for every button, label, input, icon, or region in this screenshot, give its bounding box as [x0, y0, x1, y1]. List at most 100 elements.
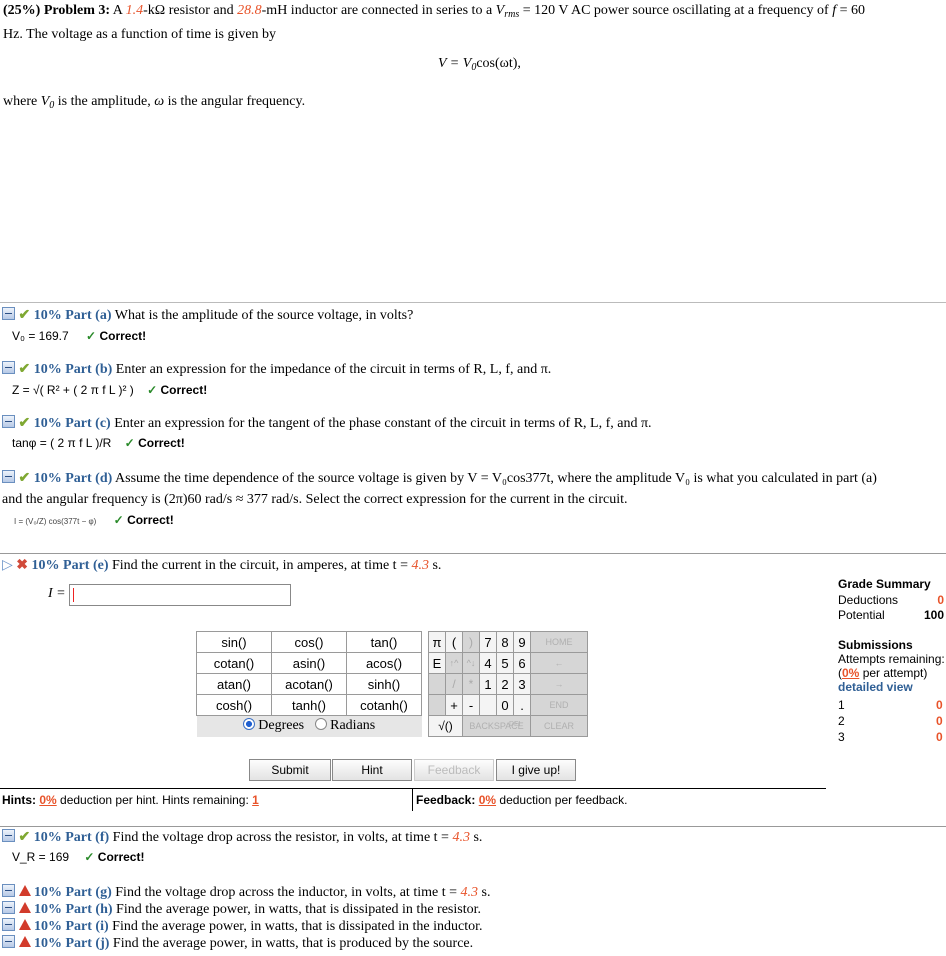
feedback-button[interactable]: Feedback	[414, 759, 494, 781]
key-cosh[interactable]: cosh()	[196, 694, 272, 716]
part-g-question-tail: s.	[478, 885, 491, 900]
status-text: Correct!	[138, 436, 185, 450]
warning-icon	[18, 885, 31, 896]
key-sin[interactable]: sin()	[196, 631, 272, 653]
key-plus[interactable]: +	[445, 694, 463, 716]
key-2[interactable]: 2	[496, 673, 514, 695]
key-9[interactable]: 9	[513, 631, 531, 653]
collapse-icon[interactable]	[2, 415, 15, 428]
key-clear[interactable]: DEL CLEAR	[509, 715, 588, 737]
collapse-icon[interactable]	[2, 884, 15, 897]
key-minus[interactable]: -	[462, 694, 480, 716]
key-right[interactable]: →	[530, 673, 588, 695]
key-blank	[428, 673, 446, 695]
part-a-answer-row: V₀ = 169.7 ✓ Correct!	[12, 329, 146, 343]
key-cotanh[interactable]: cotanh()	[346, 694, 422, 716]
key-acotan[interactable]: acotan()	[271, 673, 347, 695]
key-4[interactable]: 4	[479, 652, 497, 674]
key-sqrt[interactable]: √()	[428, 715, 463, 737]
inductance-value: 28.8	[237, 3, 262, 18]
part-e-label: 10% Part (e)	[31, 558, 109, 573]
detailed-view-link[interactable]: detailed view	[838, 680, 946, 694]
problem-header: (25%) Problem 3:	[3, 3, 111, 18]
check-icon: ✓	[86, 329, 97, 343]
part-e-header[interactable]: ▷ ✖ 10% Part (e) Find the current in the…	[2, 557, 441, 574]
key-home[interactable]: HOME	[530, 631, 588, 653]
key-5[interactable]: 5	[496, 652, 514, 674]
part-a-label: 10% Part (a)	[33, 308, 112, 323]
part-d-header[interactable]: ✔ 10% Part (d) Assume the time dependenc…	[2, 468, 946, 510]
part-h-header[interactable]: 10% Part (h) Find the average power, in …	[2, 901, 481, 918]
key-pi[interactable]: π	[428, 631, 446, 653]
submission-row: 3 0	[838, 730, 946, 746]
key-up[interactable]: ↑^	[445, 652, 463, 674]
divider	[0, 788, 826, 789]
key-tanh[interactable]: tanh()	[271, 694, 347, 716]
degrees-radio[interactable]	[242, 718, 255, 731]
give-up-button[interactable]: I give up!	[496, 759, 576, 781]
part-f-header[interactable]: ✔ 10% Part (f) Find the voltage drop acr…	[2, 829, 482, 846]
collapse-icon[interactable]	[2, 918, 15, 931]
status-text: Correct!	[99, 329, 147, 343]
key-1[interactable]: 1	[479, 673, 497, 695]
expand-arrow-icon[interactable]: ▷	[2, 558, 13, 573]
checkmark-icon: ✔	[18, 416, 31, 431]
input-label: I =	[48, 586, 66, 601]
key-cos[interactable]: cos()	[271, 631, 347, 653]
collapse-icon[interactable]	[2, 901, 15, 914]
divider	[412, 789, 413, 811]
key-slash[interactable]: /	[445, 673, 463, 695]
key-cotan[interactable]: cotan()	[196, 652, 272, 674]
key-6[interactable]: 6	[513, 652, 531, 674]
key-atan[interactable]: atan()	[196, 673, 272, 695]
part-i-header[interactable]: 10% Part (i) Find the average power, in …	[2, 918, 483, 935]
key-3[interactable]: 3	[513, 673, 531, 695]
key-e[interactable]: E	[428, 652, 446, 674]
part-c-answer-row: tanφ = ( 2 π f L )/R ✓ Correct!	[12, 436, 185, 450]
radians-label: Radians	[330, 718, 376, 734]
key-del[interactable]: DEL	[509, 721, 523, 728]
correct-badge: ✓ Correct!	[114, 513, 174, 527]
hint-button[interactable]: Hint	[332, 759, 412, 781]
key-sinh[interactable]: sinh()	[346, 673, 422, 695]
key-end[interactable]: END	[530, 694, 588, 716]
part-g-header[interactable]: 10% Part (g) Find the voltage drop acros…	[2, 884, 490, 901]
key-down[interactable]: ^↓	[462, 652, 480, 674]
part-j-label: 10% Part (j)	[34, 936, 110, 951]
key-tan[interactable]: tan()	[346, 631, 422, 653]
where-a: where	[3, 94, 41, 109]
key-7[interactable]: 7	[479, 631, 497, 653]
collapse-icon[interactable]	[2, 307, 15, 320]
part-j-question: Find the average power, in watts, that i…	[112, 936, 474, 951]
key-left[interactable]: ←	[530, 652, 588, 674]
part-b-label: 10% Part (b)	[33, 362, 113, 377]
key-8[interactable]: 8	[496, 631, 514, 653]
submission-number: 3	[838, 730, 845, 744]
answer-input[interactable]	[69, 584, 291, 606]
submission-number: 2	[838, 714, 845, 728]
radians-radio[interactable]	[314, 718, 327, 731]
collapse-icon[interactable]	[2, 829, 15, 842]
collapse-icon[interactable]	[2, 361, 15, 374]
key-open-paren[interactable]: (	[445, 631, 463, 653]
key-star[interactable]: *	[462, 673, 480, 695]
collapse-icon[interactable]	[2, 470, 15, 483]
where-c: is the angular frequency.	[164, 94, 306, 109]
incorrect-x-icon: ✖	[16, 558, 29, 573]
key-acos[interactable]: acos()	[346, 652, 422, 674]
part-b-header[interactable]: ✔ 10% Part (b) Enter an expression for t…	[2, 361, 551, 378]
part-a-header[interactable]: ✔ 10% Part (a) What is the amplitude of …	[2, 307, 413, 324]
key-asin[interactable]: asin()	[271, 652, 347, 674]
submit-button[interactable]: Submit	[249, 759, 331, 781]
check-icon: ✓	[84, 850, 95, 864]
hints-info: Hints: 0% deduction per hint. Hints rema…	[2, 793, 259, 807]
collapse-icon[interactable]	[2, 935, 15, 948]
key-dot[interactable]: .	[513, 694, 531, 716]
key-close-paren[interactable]: )	[462, 631, 480, 653]
part-c-question: Enter an expression for the tangent of t…	[114, 416, 652, 431]
part-c-header[interactable]: ✔ 10% Part (c) Enter an expression for t…	[2, 415, 652, 432]
grade-summary: Grade Summary Deductions 0 Potential 100…	[838, 577, 946, 746]
key-0[interactable]: 0	[496, 694, 514, 716]
part-g-label: 10% Part (g)	[34, 885, 112, 900]
part-j-header[interactable]: 10% Part (j) Find the average power, in …	[2, 935, 473, 952]
